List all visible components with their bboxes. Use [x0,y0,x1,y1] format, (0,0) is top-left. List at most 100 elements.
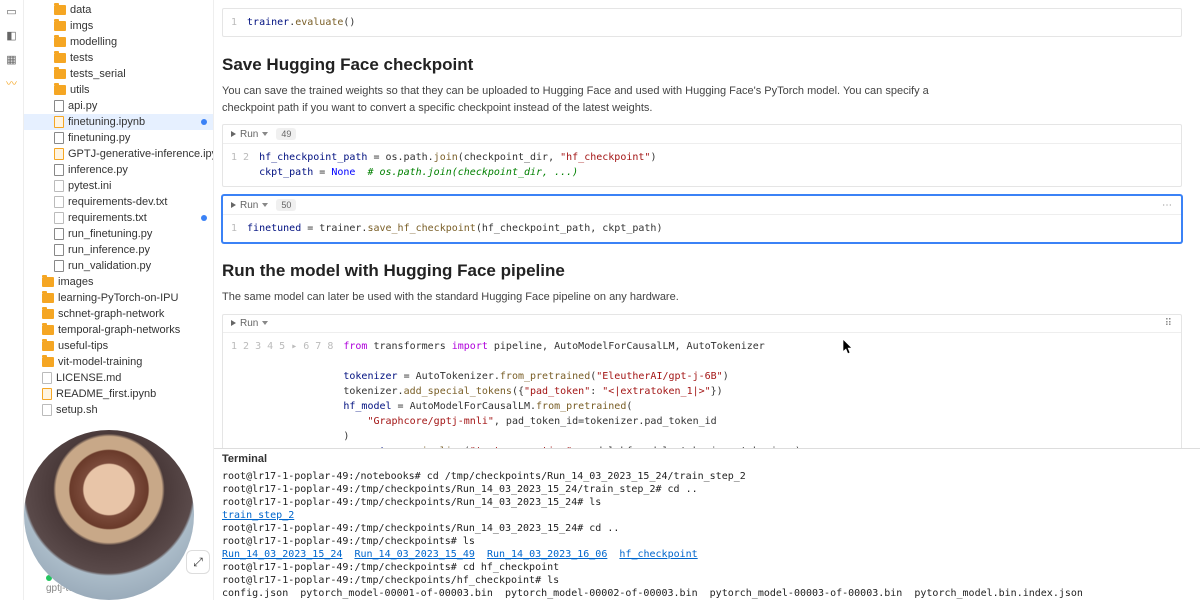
folder-item[interactable]: useful-tips [24,338,213,354]
file-item[interactable]: README_first.ipynb [24,386,213,402]
folder-icon [54,21,66,31]
folder-icon [42,357,54,367]
file-item[interactable]: GPTJ-generative-inference.ipynb [24,146,213,162]
terminal-line: root@lr17-1-poplar-49:/tmp/checkpoints/h… [222,574,1192,587]
folder-icon [42,325,54,335]
code-content[interactable]: hf_checkpoint_path = os.path.join(checkp… [259,150,656,180]
tree-item-label: GPTJ-generative-inference.ipynb [68,147,214,161]
play-icon [231,202,236,208]
file-icon [54,148,64,160]
notebook-scroll[interactable]: 1 trainer.evaluate() Save Hugging Face c… [214,0,1200,448]
file-item[interactable]: requirements.txt [24,210,213,226]
markdown-cell: Run the model with Hugging Face pipeline… [222,261,1182,306]
folder-icon [42,293,54,303]
file-icon [54,164,64,176]
rail-cube-icon[interactable]: ◧ [5,28,19,42]
tree-item-label: temporal-graph-networks [58,323,180,337]
code-cell[interactable]: 1 trainer.evaluate() [222,8,1182,37]
file-icon [54,212,64,224]
line-gutter: 1 2 [231,150,259,180]
file-item[interactable]: inference.py [24,162,213,178]
file-item[interactable]: setup.sh [24,402,213,418]
run-button[interactable]: Run [231,129,268,140]
folder-icon [54,53,66,63]
code-content[interactable]: trainer.evaluate() [247,15,355,30]
play-icon [231,131,236,137]
chevron-down-icon[interactable] [262,132,268,136]
tree-item-label: images [58,275,93,289]
file-item[interactable]: requirements-dev.txt [24,194,213,210]
main-area: 1 trainer.evaluate() Save Hugging Face c… [214,0,1200,600]
chevron-down-icon[interactable] [262,321,268,325]
chevron-down-icon[interactable] [262,203,268,207]
file-icon [54,100,64,112]
code-cell-active[interactable]: Run 50 ⋯ 1 finetuned = trainer.save_hf_c… [222,195,1182,243]
folder-item[interactable]: tests [24,50,213,66]
cell-toolbar: Run 50 ⋯ [223,196,1181,215]
line-gutter: 1 2 3 4 5 ▸ 6 7 8 [231,339,343,449]
tree-item-label: setup.sh [56,403,98,417]
cell-toolbar: Run ⠿ [223,315,1181,333]
rail-wave-icon[interactable]: 〰 [5,76,19,90]
terminal-panel[interactable]: Terminal root@lr17-1-poplar-49:/notebook… [214,448,1200,600]
section-paragraph: You can save the trained weights so that… [222,83,982,116]
file-icon [54,132,64,144]
folder-item[interactable]: images [24,274,213,290]
cell-toolbar: Run 49 [223,125,1181,144]
terminal-line: config.json pytorch_model-00001-of-00003… [222,587,1192,600]
folder-item[interactable]: imgs [24,18,213,34]
file-icon [42,404,52,416]
expand-avatar-button[interactable]: ⤢ [186,550,210,574]
folder-icon [54,85,66,95]
folder-item[interactable]: modelling [24,34,213,50]
folder-item[interactable]: learning-PyTorch-on-IPU [24,290,213,306]
tree-item-label: finetuning.ipynb [68,115,145,129]
cell-more-button[interactable]: ⋯ [1162,200,1173,211]
file-item[interactable]: finetuning.py [24,130,213,146]
execution-count: 49 [276,128,296,140]
file-icon [54,196,64,208]
terminal-line: root@lr17-1-poplar-49:/tmp/checkpoints# … [222,535,1192,548]
markdown-cell: Save Hugging Face checkpoint You can sav… [222,55,1182,116]
folder-item[interactable]: data [24,2,213,18]
tree-item-label: run_finetuning.py [68,227,152,241]
rail-file-icon[interactable]: ▭ [5,4,19,18]
folder-item[interactable]: vit-model-training [24,354,213,370]
run-button[interactable]: Run [231,318,268,329]
tree-item-label: modelling [70,35,117,49]
terminal-line: root@lr17-1-poplar-49:/tmp/checkpoints# … [222,561,1192,574]
folder-item[interactable]: utils [24,82,213,98]
folder-item[interactable]: tests_serial [24,66,213,82]
file-icon [54,244,64,256]
folder-icon [42,309,54,319]
folder-item[interactable]: temporal-graph-networks [24,322,213,338]
tree-item-label: requirements.txt [68,211,147,225]
terminal-line: root@lr17-1-poplar-49:/tmp/checkpoints/R… [222,496,1192,509]
file-item[interactable]: finetuning.ipynb [24,114,213,130]
file-item[interactable]: pytest.ini [24,178,213,194]
run-button[interactable]: Run [231,200,268,211]
file-icon [54,260,64,272]
file-item[interactable]: run_finetuning.py [24,226,213,242]
tree-item-label: learning-PyTorch-on-IPU [58,291,178,305]
folder-item[interactable]: schnet-graph-network [24,306,213,322]
file-item[interactable]: LICENSE.md [24,370,213,386]
file-item[interactable]: run_validation.py [24,258,213,274]
tree-item-label: LICENSE.md [56,371,121,385]
tree-item-label: vit-model-training [58,355,142,369]
tree-item-label: requirements-dev.txt [68,195,167,209]
file-item[interactable]: api.py [24,98,213,114]
file-item[interactable]: run_inference.py [24,242,213,258]
tree-item-label: imgs [70,19,93,33]
file-icon [42,372,52,384]
code-cell[interactable]: Run ⠿ 1 2 3 4 5 ▸ 6 7 8 from transformer… [222,314,1182,449]
code-content[interactable]: from transformers import pipeline, AutoM… [343,339,801,449]
rail-grid-icon[interactable]: ▦ [5,52,19,66]
code-cell[interactable]: Run 49 1 2 hf_checkpoint_path = os.path.… [222,124,1182,187]
section-heading: Save Hugging Face checkpoint [222,55,1182,75]
execution-count: 50 [276,199,296,211]
cell-drag-handle[interactable]: ⠿ [1165,318,1173,329]
code-content[interactable]: finetuned = trainer.save_hf_checkpoint(h… [247,221,662,236]
line-gutter: 1 [231,221,247,236]
tree-item-label: schnet-graph-network [58,307,164,321]
